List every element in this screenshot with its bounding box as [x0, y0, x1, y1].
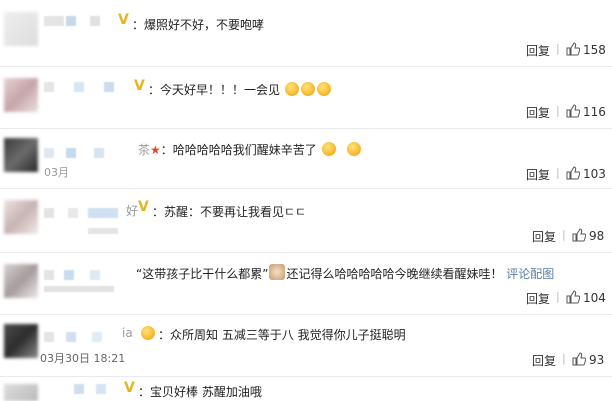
username-mosaic[interactable] [44, 76, 134, 106]
comment-text: “这带孩子比干什么都累” 还记得么哈哈哈哈哈今晚继续看醒妹哇！ 评论配图 [136, 264, 554, 282]
comment-text: ：苏醒：不要再让我看见ㄷㄷ [152, 205, 307, 219]
thumbs-up-icon [566, 166, 580, 180]
reply-button[interactable]: 回复 [526, 290, 550, 307]
comment-row-2: V ：今天好早！！！一会见 回复 | 116 [0, 66, 612, 129]
avatar[interactable] [4, 78, 38, 112]
username-mosaic[interactable] [44, 262, 134, 292]
reply-button[interactable]: 回复 [526, 166, 550, 183]
thumbs-up-icon [566, 290, 580, 304]
thumbs-up-icon [572, 228, 586, 242]
like-button[interactable]: 93 [572, 352, 604, 367]
like-button[interactable]: 158 [566, 42, 606, 57]
username-mosaic[interactable] [44, 382, 134, 394]
like-button[interactable]: 116 [566, 104, 606, 119]
comment-text: ：宝贝好棒 苏醒加油哦 [138, 385, 262, 399]
avatar[interactable] [4, 200, 38, 234]
divider: | [556, 290, 560, 303]
verified-badge-icon: V [138, 199, 149, 215]
like-button[interactable]: 103 [566, 166, 606, 181]
cat-emoji-icon [269, 264, 286, 280]
thumbs-up-icon [566, 104, 580, 118]
comment-row-6: ia ：众所周知 五减三等于八 我觉得你儿子挺聪明 03月30日 18:21 回… [0, 314, 612, 377]
comment-image-link[interactable]: 评论配图 [506, 267, 554, 281]
comment-row-3: 茶★：哈哈哈哈哈我们醒妹辛苦了 03月 回复 | 103 [0, 128, 612, 189]
like-button[interactable]: 98 [572, 228, 604, 243]
thumbs-up-icon [572, 352, 586, 366]
avatar[interactable] [4, 12, 38, 46]
verified-badge-icon: V [124, 380, 135, 396]
comment-text: ：爆照好不好，不要咆哮 [132, 18, 265, 32]
reply-button[interactable]: 回复 [526, 42, 550, 59]
avatar[interactable] [4, 324, 38, 358]
comment-row-7: V ：宝贝好棒 苏醒加油哦 [0, 376, 612, 401]
verified-badge-icon: V [118, 12, 129, 28]
username-mosaic[interactable] [44, 198, 134, 234]
timestamp: 03月30日 18:21 [40, 352, 126, 365]
comment-text: ：众所周知 五减三等于八 我觉得你儿子挺聪明 [158, 328, 406, 342]
emoji-icon [346, 142, 361, 156]
emoji-icon [284, 82, 299, 96]
emoji-icon [316, 82, 331, 96]
emoji-icon [321, 142, 336, 156]
comment-row-5: “这带孩子比干什么都累” 还记得么哈哈哈哈哈今晚继续看醒妹哇！ 评论配图 回复 |… [0, 252, 612, 315]
divider: | [562, 352, 566, 365]
thumbs-up-icon [566, 42, 580, 56]
divider: | [562, 228, 566, 241]
star-icon: ★ [150, 143, 161, 157]
username-fragment: ia [122, 326, 133, 340]
comment-row-4: 好 V ：苏醒：不要再让我看见ㄷㄷ 回复 | 98 [0, 188, 612, 253]
username-mosaic[interactable] [44, 322, 134, 352]
comment-row-1: V ：爆照好不好，不要咆哮 回复 | 158 [0, 0, 612, 67]
avatar[interactable] [4, 264, 38, 298]
reply-button[interactable]: 回复 [532, 352, 556, 369]
avatar[interactable] [4, 384, 38, 401]
emoji-icon [300, 82, 315, 96]
comment-text: ：今天好早！！！一会见 [148, 81, 332, 98]
verified-badge-icon: V [134, 78, 145, 94]
divider: | [556, 104, 560, 117]
reply-button[interactable]: 回复 [526, 104, 550, 121]
like-button[interactable]: 104 [566, 290, 606, 305]
timestamp: 03月 [44, 166, 69, 179]
reply-button[interactable]: 回复 [532, 228, 556, 245]
comment-text: 茶★：哈哈哈哈哈我们醒妹辛苦了 [138, 141, 362, 158]
avatar[interactable] [4, 138, 38, 172]
username-fragment: 好 [126, 204, 139, 218]
emoji-icon [141, 326, 155, 340]
divider: | [556, 166, 560, 179]
divider: | [556, 42, 560, 55]
